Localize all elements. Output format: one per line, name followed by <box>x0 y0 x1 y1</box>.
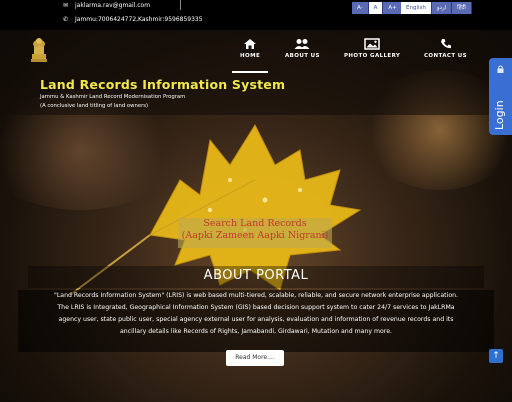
phone-contact: ✆ Jammu:7006424772,Kashmir:9596859335 <box>63 16 203 23</box>
scroll-to-top-button[interactable]: ↑ <box>489 349 503 363</box>
brand-block: Land Records Information System Jammu & … <box>40 77 285 110</box>
search-label: Search Land Records <box>203 218 307 229</box>
site-tagline: (A conclusive land titling of land owner… <box>40 103 149 109</box>
users-icon <box>294 39 310 49</box>
language-urdu-button[interactable]: اردو <box>431 2 453 14</box>
nav-gallery-label: PHOTO GALLERY <box>344 53 401 59</box>
phone-icon: ✆ <box>63 15 69 23</box>
login-label: Login <box>493 100 506 130</box>
site-title[interactable]: Land Records Information System <box>40 77 285 92</box>
nav-home[interactable]: HOME <box>232 38 269 73</box>
read-more-button[interactable]: Read More.... <box>226 350 284 366</box>
home-icon <box>244 39 257 49</box>
about-line: agency user, state public user, special … <box>58 316 454 323</box>
nav-photo-gallery[interactable]: PHOTO GALLERY <box>344 38 400 59</box>
font-increase-button[interactable]: A+ <box>383 2 403 14</box>
lock-icon <box>497 65 504 73</box>
font-normal-button[interactable]: A <box>368 2 384 14</box>
nav-home-label: HOME <box>240 53 261 59</box>
arrow-up-icon: ↑ <box>492 351 500 361</box>
top-bar: ✉ jaklarma.rav@gmail.com ✆ Jammu:7006424… <box>0 0 512 30</box>
search-land-records-link[interactable]: Search Land Records (Aapki Zameen Aapki … <box>178 218 332 248</box>
envelope-icon: ✉ <box>63 1 69 9</box>
about-line: "Land Records Information System" (LRIS)… <box>54 292 458 299</box>
language-english-button[interactable]: English <box>401 2 432 14</box>
about-portal-heading: ABOUT PORTAL <box>203 268 309 283</box>
email-text[interactable]: jaklarma.rav@gmail.com <box>75 2 150 9</box>
language-hindi-button[interactable]: हिंदी <box>452 2 472 14</box>
active-underline <box>232 71 269 73</box>
about-portal-text: "Land Records Information System" (LRIS)… <box>18 290 494 352</box>
hero-background: Land Records Information System Jammu & … <box>0 30 512 402</box>
image-icon <box>364 38 380 50</box>
font-size-controls: A- A A+ <box>352 2 403 14</box>
nav-contact-label: CONTACT US <box>424 53 468 59</box>
font-decrease-button[interactable]: A- <box>352 2 369 14</box>
phone-icon <box>440 39 451 49</box>
divider <box>180 0 181 10</box>
login-tab[interactable]: Login <box>489 58 512 135</box>
state-emblem-logo[interactable] <box>26 34 52 66</box>
email-contact: ✉ jaklarma.rav@gmail.com <box>63 2 150 9</box>
phone-text: Jammu:7006424772,Kashmir:9596859335 <box>75 16 203 23</box>
about-line: ancillary details like Records of Rights… <box>120 328 392 335</box>
nav-about-us[interactable]: ABOUT US <box>285 38 320 59</box>
language-controls: English اردو हिंदी <box>401 2 472 14</box>
nav-about-label: ABOUT US <box>285 53 320 59</box>
nav-contact-us[interactable]: CONTACT US <box>424 38 467 59</box>
search-tagline: (Aapki Zameen Aapki Nigrani) <box>181 230 329 241</box>
about-line: The LRIS is Integrated, Geographical Inf… <box>57 304 455 311</box>
site-subtitle: Jammu & Kashmir Land Record Modernisatio… <box>40 94 186 100</box>
